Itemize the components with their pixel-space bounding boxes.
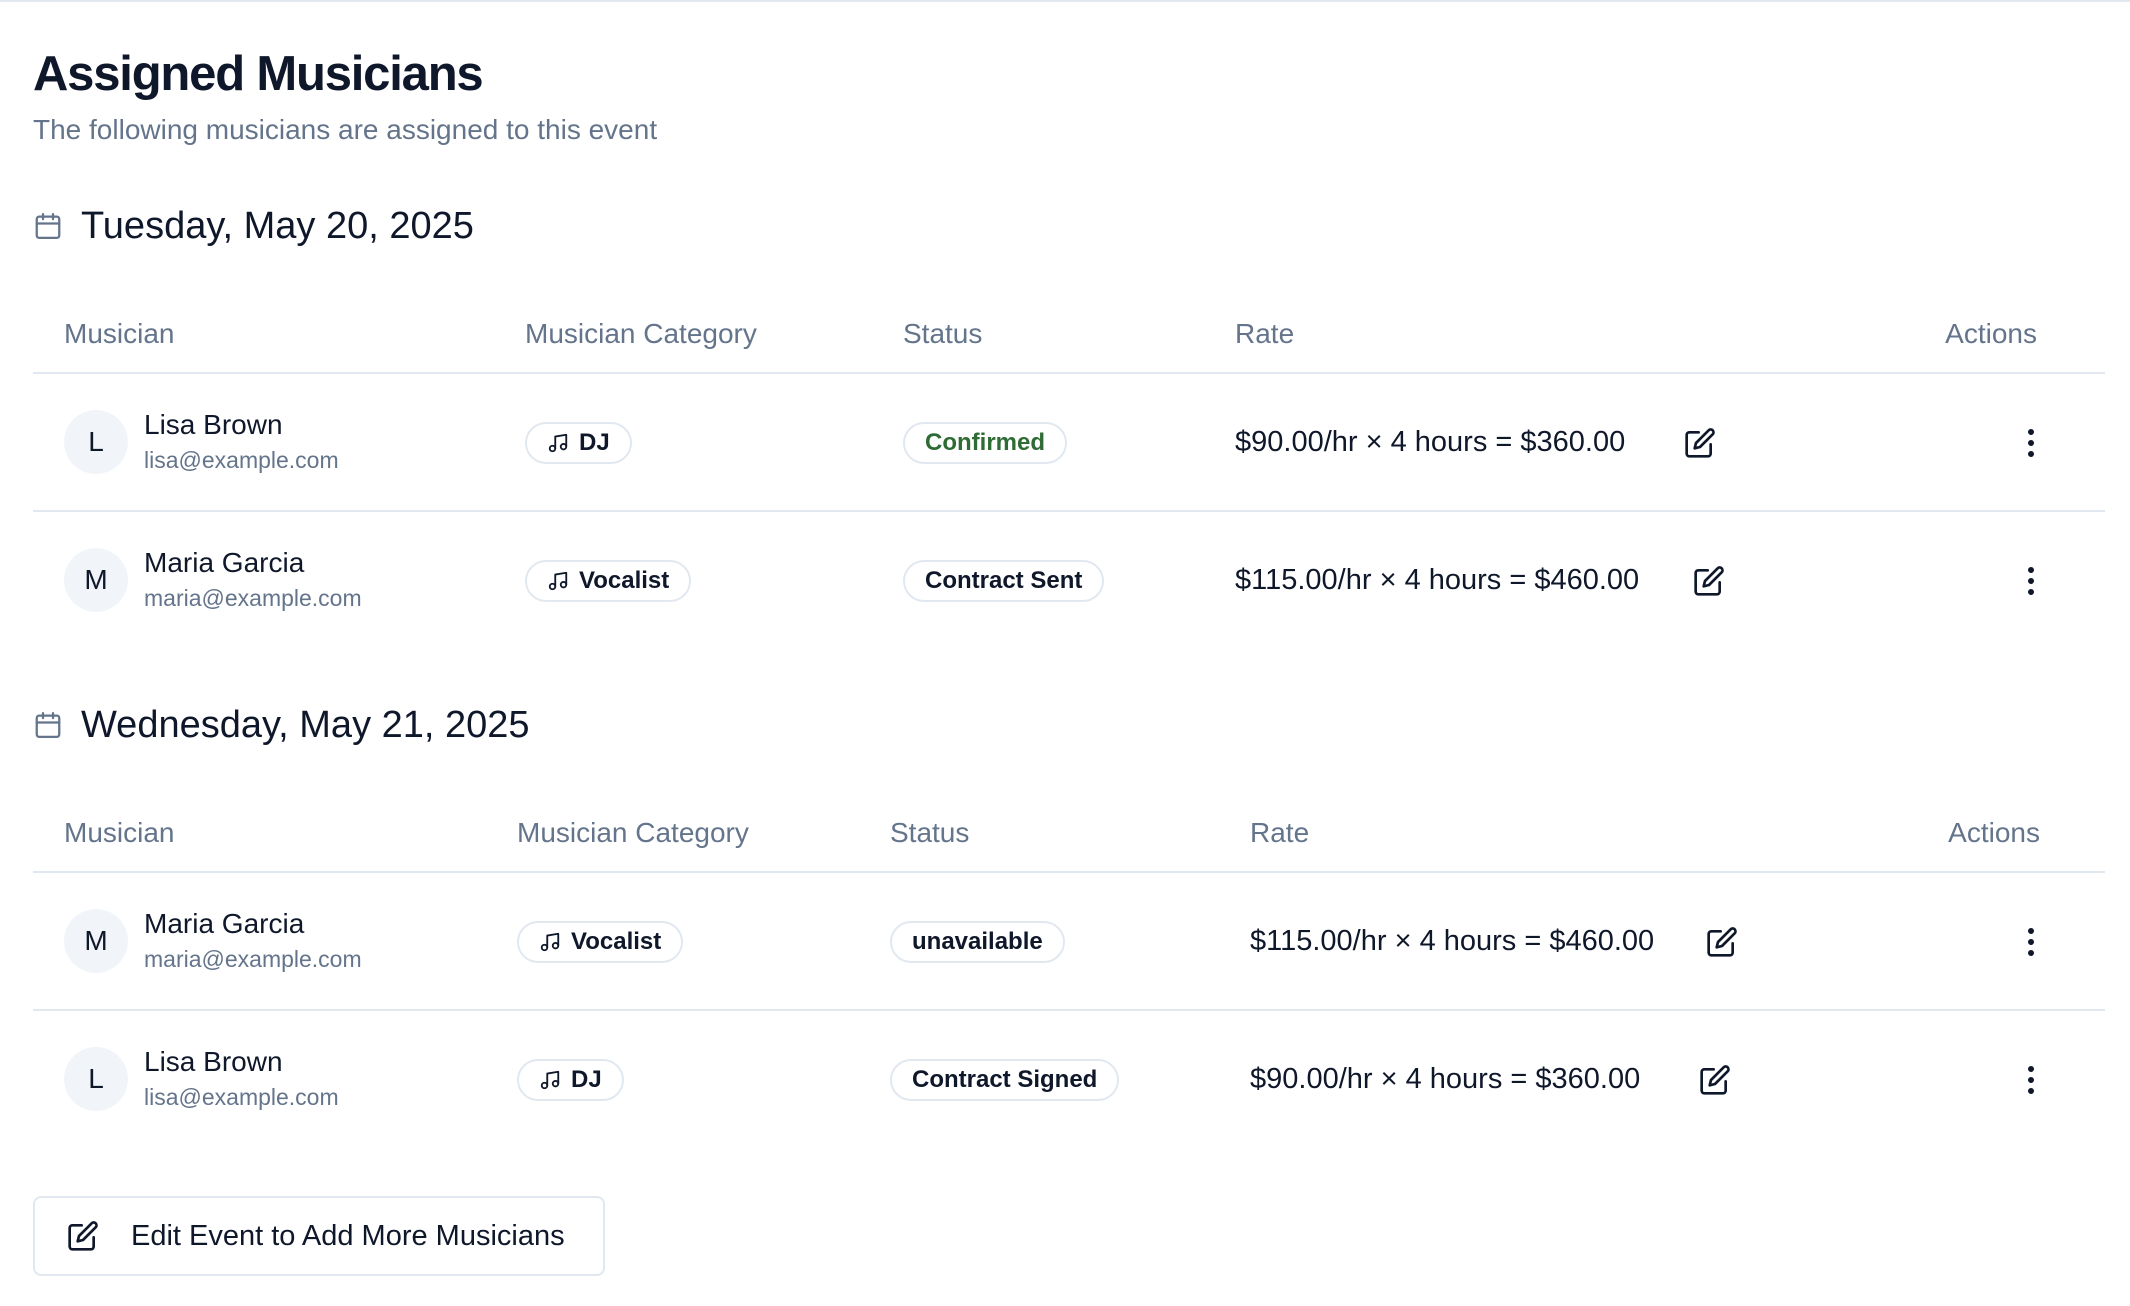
- status-badge: Confirmed: [903, 422, 1067, 464]
- musician-email: lisa@example.com: [144, 1084, 339, 1110]
- edit-event-button[interactable]: Edit Event to Add More Musicians: [33, 1196, 605, 1276]
- column-header-rate: Rate: [1250, 817, 1310, 848]
- column-header-actions: Actions: [1948, 817, 2040, 848]
- category-badge: DJ: [517, 1059, 624, 1101]
- avatar: L: [64, 410, 128, 474]
- music-note-icon: [548, 571, 568, 591]
- musician-name: Lisa Brown: [144, 1046, 283, 1077]
- status-badge: unavailable: [890, 921, 1065, 963]
- avatar: L: [64, 1047, 128, 1111]
- more-vertical-icon[interactable]: [2025, 428, 2037, 458]
- avatar: M: [64, 548, 128, 612]
- column-header-category: Musician Category: [525, 318, 757, 349]
- category-label: Vocalist: [579, 567, 670, 594]
- column-header-actions: Actions: [1945, 318, 2037, 349]
- column-header-rate: Rate: [1235, 318, 1295, 349]
- rate-text: $115.00/hr × 4 hours = $460.00: [1250, 925, 1655, 957]
- category-label: DJ: [571, 1066, 602, 1093]
- table-row: L Lisa Brown lisa@example.com DJ Confirm…: [33, 374, 2105, 512]
- music-note-icon: [540, 932, 560, 952]
- table-row: M Maria Garcia maria@example.com Vocalis…: [33, 873, 2105, 1011]
- edit-rate-icon[interactable]: [1693, 565, 1725, 597]
- page-title: Assigned Musicians: [33, 47, 484, 101]
- day-heading: Tuesday, May 20, 2025: [33, 202, 474, 250]
- top-divider: [0, 0, 2130, 2]
- table-row: M Maria Garcia maria@example.com Vocalis…: [33, 512, 2105, 650]
- edit-rate-icon[interactable]: [1699, 1064, 1731, 1096]
- edit-rate-icon[interactable]: [1706, 926, 1738, 958]
- category-badge: Vocalist: [517, 921, 684, 963]
- category-badge: DJ: [525, 422, 632, 464]
- musician-name: Maria Garcia: [144, 908, 305, 939]
- column-header-status: Status: [890, 817, 970, 848]
- rate-text: $115.00/hr × 4 hours = $460.00: [1235, 564, 1640, 596]
- table-row: L Lisa Brown lisa@example.com DJ Contrac…: [33, 1011, 2105, 1149]
- column-header-status: Status: [903, 318, 983, 349]
- musician-email: lisa@example.com: [144, 447, 339, 473]
- calendar-icon: [35, 213, 61, 239]
- avatar: M: [64, 909, 128, 973]
- music-note-icon: [548, 433, 568, 453]
- more-vertical-icon[interactable]: [2025, 1065, 2037, 1095]
- more-vertical-icon[interactable]: [2025, 927, 2037, 957]
- status-badge: Contract Signed: [890, 1059, 1120, 1101]
- edit-event-button-label: Edit Event to Add More Musicians: [131, 1219, 565, 1252]
- day-heading: Wednesday, May 21, 2025: [33, 701, 530, 749]
- music-note-icon: [540, 1070, 560, 1090]
- edit-rate-icon[interactable]: [1684, 427, 1716, 459]
- musician-name: Maria Garcia: [144, 547, 305, 578]
- column-header-musician: Musician: [64, 318, 175, 349]
- more-vertical-icon[interactable]: [2025, 566, 2037, 596]
- column-header-category: Musician Category: [517, 817, 749, 848]
- category-label: Vocalist: [571, 928, 662, 955]
- table-header: Musician Musician Category Status Rate A…: [33, 791, 2105, 873]
- calendar-icon: [35, 712, 61, 738]
- rate-text: $90.00/hr × 4 hours = $360.00: [1250, 1063, 1641, 1095]
- page-subtitle: The following musicians are assigned to …: [33, 114, 658, 145]
- column-header-musician: Musician: [64, 817, 175, 848]
- category-label: DJ: [579, 429, 610, 456]
- rate-text: $90.00/hr × 4 hours = $360.00: [1235, 426, 1626, 458]
- day-date: Wednesday, May 21, 2025: [81, 703, 530, 746]
- status-badge: Contract Sent: [903, 560, 1105, 602]
- musician-email: maria@example.com: [144, 946, 362, 972]
- day-date: Tuesday, May 20, 2025: [81, 204, 474, 247]
- table-header: Musician Musician Category Status Rate A…: [33, 292, 2105, 374]
- category-badge: Vocalist: [525, 560, 692, 602]
- musician-email: maria@example.com: [144, 585, 362, 611]
- musician-name: Lisa Brown: [144, 409, 283, 440]
- edit-pencil-icon: [68, 1221, 98, 1251]
